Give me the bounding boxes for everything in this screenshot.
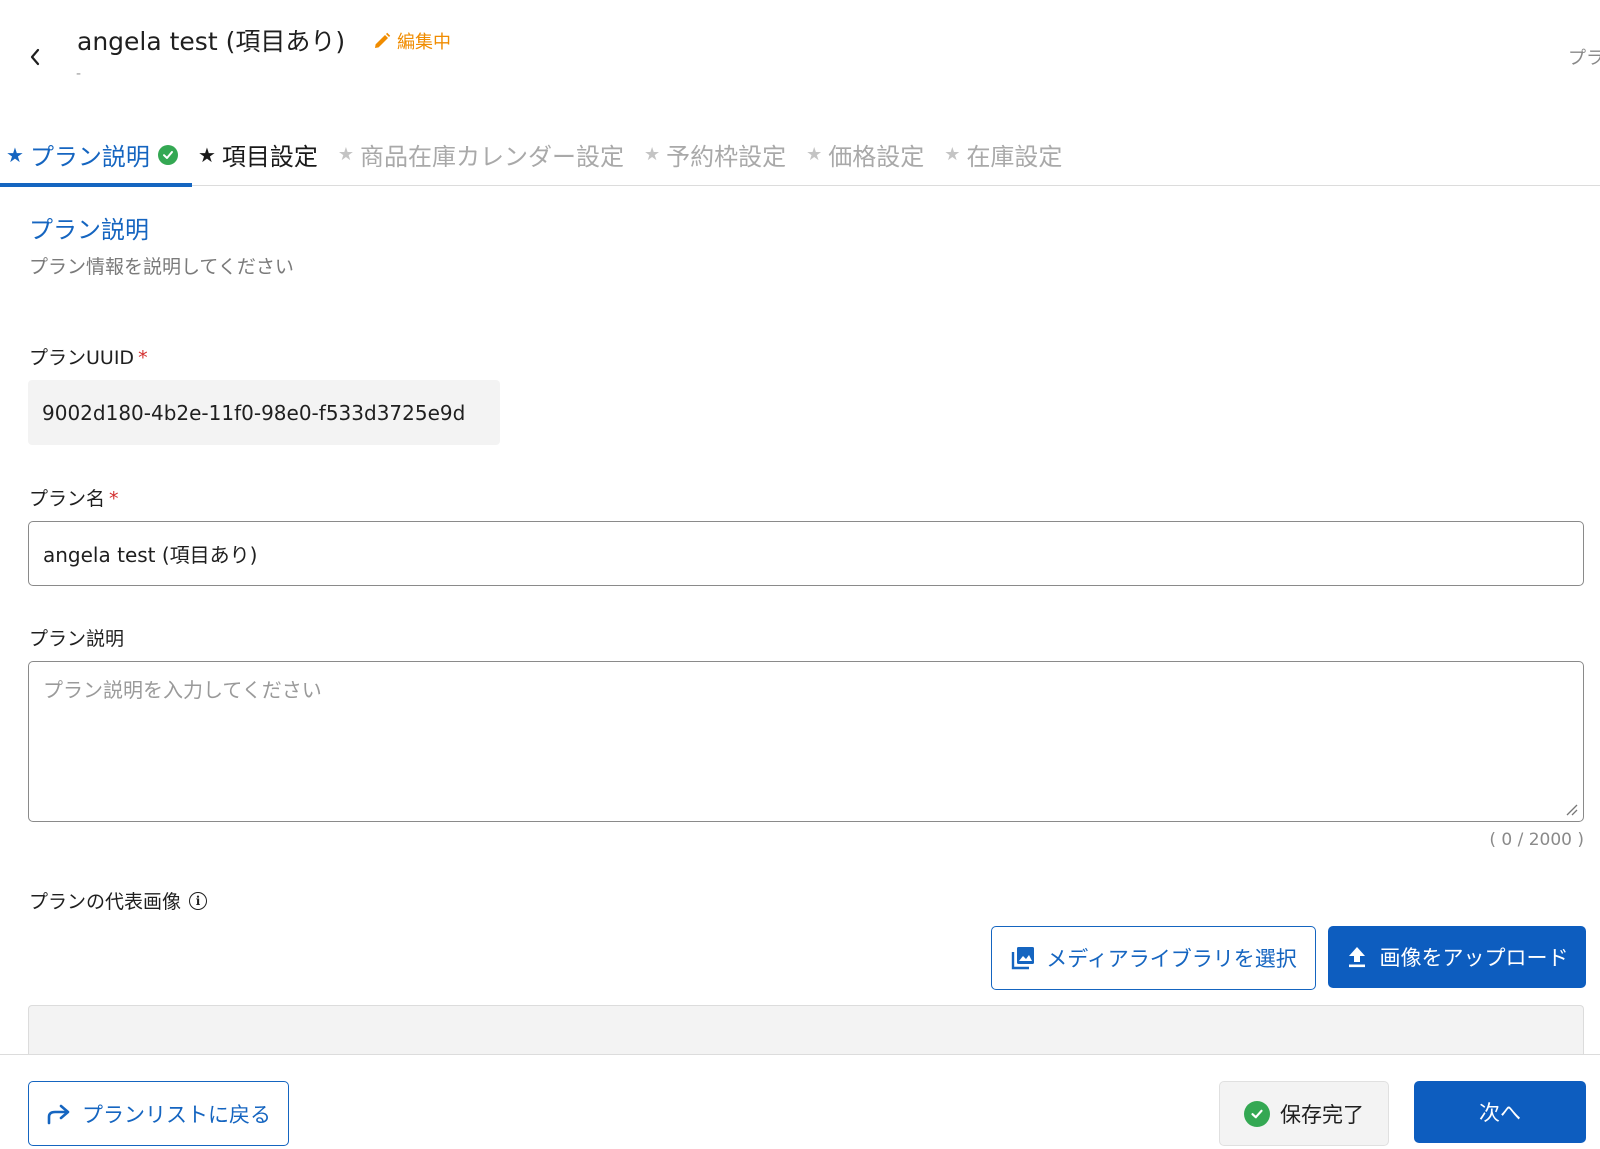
tab-item-settings[interactable]: ★ 項目設定	[192, 124, 332, 186]
tab-plan-description[interactable]: ★ プラン説明	[0, 124, 192, 187]
uuid-label-text: プランUUID	[29, 347, 135, 369]
tab-booking-slot-settings[interactable]: ★ 予約枠設定	[638, 124, 800, 186]
star-icon: ★	[644, 144, 661, 165]
tab-label: プラン説明	[29, 143, 150, 171]
check-circle-icon	[157, 144, 178, 165]
star-icon: ★	[806, 144, 823, 165]
footer-bar: プランリストに戻る 保存完了 次へ	[0, 1054, 1600, 1149]
upload-image-button[interactable]: 画像をアップロード	[1328, 926, 1586, 988]
next-button[interactable]: 次へ	[1414, 1081, 1586, 1143]
select-media-library-button[interactable]: メディアライブラリを選択	[991, 926, 1316, 990]
edit-status-text: 編集中	[397, 32, 451, 53]
page-subtitle: -	[76, 66, 82, 82]
upload-icon	[1348, 947, 1365, 968]
required-mark: *	[138, 347, 148, 369]
tab-stock-calendar-settings[interactable]: ★ 商品在庫カレンダー設定	[332, 124, 638, 186]
edit-status-badge: 編集中	[373, 28, 451, 54]
share-arrow-icon	[47, 1104, 70, 1124]
uuid-label: プランUUID *	[29, 343, 148, 370]
back-to-plan-list-button[interactable]: プランリストに戻る	[28, 1081, 289, 1146]
tab-label: 予約枠設定	[666, 143, 787, 171]
tab-label: 在庫設定	[966, 143, 1063, 171]
info-icon[interactable]: i	[189, 891, 208, 910]
star-icon: ★	[337, 144, 355, 165]
chevron-left-icon	[30, 48, 40, 66]
plan-name-label-text: プラン名	[29, 488, 106, 510]
plan-name-label: プラン名 *	[29, 484, 119, 511]
image-library-icon	[1012, 947, 1035, 970]
header-right-text: プラ	[1568, 48, 1600, 69]
pencil-icon	[375, 32, 391, 48]
star-icon: ★	[197, 142, 216, 167]
page-title: angela test (項目あり)	[77, 27, 346, 56]
tab-inventory-settings[interactable]: ★ 在庫設定	[938, 124, 1076, 186]
plan-image-label: プランの代表画像 i	[29, 887, 208, 914]
tab-label: 価格設定	[828, 143, 925, 171]
tab-label: 項目設定	[221, 143, 318, 171]
star-icon: ★	[944, 144, 961, 165]
section-description: プラン情報を説明してください	[29, 256, 294, 278]
char-counter: ( 0 / 2000 )	[1489, 830, 1584, 850]
star-icon: ★	[6, 142, 24, 167]
step-tabs: ★ プラン説明 ★ 項目設定 ★ 商品在庫カレンダー設定 ★ 予約枠設定 ★ 価…	[0, 124, 1600, 187]
save-complete-label: 保存完了	[1280, 1102, 1364, 1127]
check-circle-icon	[1244, 1100, 1270, 1127]
tab-label: 商品在庫カレンダー設定	[360, 143, 625, 171]
back-to-plan-list-label: プランリストに戻る	[82, 1102, 271, 1127]
required-mark: *	[109, 488, 119, 510]
page-header: angela test (項目あり) 編集中 - プラ	[0, 0, 1600, 120]
plan-description-textarea[interactable]	[28, 661, 1584, 822]
resize-handle-icon[interactable]	[1564, 802, 1578, 816]
select-media-library-label: メディアライブラリを選択	[1046, 947, 1297, 971]
plan-image-label-text: プランの代表画像	[29, 891, 182, 913]
back-button[interactable]	[24, 44, 46, 70]
plan-name-input[interactable]	[28, 521, 1584, 586]
upload-image-label: 画像をアップロード	[1379, 946, 1569, 970]
plan-description-label: プラン説明	[29, 628, 125, 650]
uuid-field: 9002d180-4b2e-11f0-98e0-f533d3725e9d	[28, 380, 500, 445]
tab-price-settings[interactable]: ★ 価格設定	[800, 124, 938, 186]
section-title: プラン説明	[29, 216, 149, 244]
save-complete-button[interactable]: 保存完了	[1219, 1081, 1389, 1146]
